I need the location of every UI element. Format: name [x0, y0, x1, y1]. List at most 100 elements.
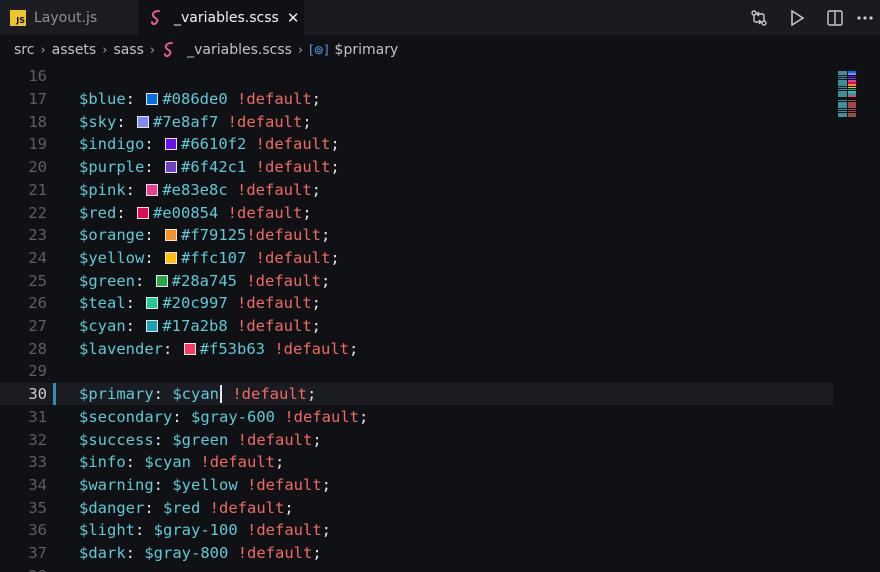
- line-number: 16: [28, 67, 47, 86]
- compare-changes-icon[interactable]: [740, 0, 778, 35]
- code-line[interactable]: 32 $success: $green !default;: [0, 428, 833, 451]
- punctuation: :: [125, 180, 145, 199]
- run-icon[interactable]: [778, 0, 816, 35]
- semicolon: ;: [330, 158, 340, 177]
- variable-name: $orange: [79, 226, 145, 245]
- color-swatch[interactable]: [137, 115, 149, 128]
- color-swatch[interactable]: [146, 93, 159, 106]
- punctuation: :: [153, 475, 173, 494]
- code-line[interactable]: 35 $danger: $red !default;: [0, 496, 833, 519]
- semicolon: ;: [312, 544, 322, 563]
- code-line[interactable]: 20 $purple: #6f42c1 !default;: [0, 156, 833, 179]
- code-line[interactable]: 30 $primary: $cyan !default;: [0, 382, 833, 406]
- semicolon: ;: [311, 180, 322, 199]
- color-swatch[interactable]: [146, 297, 159, 310]
- punctuation: :: [153, 430, 173, 449]
- breadcrumb-item-file[interactable]: _variables.scss: [161, 41, 292, 59]
- default-flag: !default: [209, 498, 285, 517]
- color-value: #e83e8c: [162, 180, 228, 199]
- code-line[interactable]: 27 $cyan: #17a2b8 !default;: [0, 315, 833, 338]
- punctuation: :: [135, 521, 154, 540]
- more-icon[interactable]: [854, 0, 876, 35]
- code-text: $danger: $red !default;: [79, 499, 294, 517]
- color-swatch[interactable]: [155, 274, 168, 287]
- color-swatch[interactable]: [137, 206, 149, 219]
- default-flag: !default: [237, 430, 313, 449]
- code-line[interactable]: 17 $blue: #086de0 !default;: [0, 88, 833, 111]
- tab-variables-scss[interactable]: _variables.scss ✕: [138, 0, 304, 35]
- color-swatch[interactable]: [146, 320, 159, 333]
- breadcrumb-item-sass[interactable]: sass: [113, 42, 143, 58]
- code-editor[interactable]: 16 17 $blue: #086de0 !default; 18 $sky: #7e8…: [0, 65, 880, 572]
- code-line[interactable]: 37 $dark: $gray-800 !default;: [0, 542, 833, 565]
- code-line[interactable]: 26 $teal: #20c997 !default;: [0, 292, 833, 315]
- default-flag: !default: [274, 339, 349, 358]
- default-flag: !default: [255, 135, 331, 154]
- breadcrumb: src › assets › sass › _variables.scss › …: [0, 35, 880, 65]
- semicolon: ;: [311, 317, 322, 336]
- color-swatch[interactable]: [165, 138, 177, 151]
- chevron-right-icon: ›: [297, 42, 304, 58]
- code-line[interactable]: 19 $indigo: #6610f2 !default;: [0, 133, 833, 156]
- code-line[interactable]: 31 $secondary: $gray-600 !default;: [0, 406, 833, 429]
- variable-icon: [⊚]: [309, 43, 329, 57]
- code-text: $cyan: #17a2b8 !default;: [79, 317, 321, 335]
- code-line[interactable]: 23 $orange: #f79125 !default;: [0, 224, 833, 247]
- code-text: $secondary: $gray-600 !default;: [79, 408, 368, 426]
- punctuation: :: [116, 112, 135, 131]
- minimap[interactable]: [836, 65, 858, 125]
- default-flag: !default: [227, 203, 303, 222]
- color-value: #f79125: [181, 226, 247, 245]
- semicolon: ;: [321, 271, 331, 290]
- code-line[interactable]: 25 $green: #28a745 !default;: [0, 269, 833, 292]
- breadcrumb-item-symbol[interactable]: [⊚] $primary: [309, 42, 398, 58]
- variable-reference: $gray-800: [144, 544, 229, 563]
- code-line[interactable]: 22 $red: #e00854 !default;: [0, 201, 833, 224]
- code-text: $purple: #6f42c1 !default;: [79, 158, 340, 176]
- code-line[interactable]: 28 $lavender: #f53b63 !default;: [0, 337, 833, 360]
- split-editor-icon[interactable]: [816, 0, 854, 35]
- color-swatch[interactable]: [165, 229, 177, 242]
- line-number: 22: [28, 203, 47, 222]
- variable-reference: $yellow: [172, 475, 238, 494]
- code-text: $primary: $cyan !default;: [79, 385, 316, 404]
- variable-name: $warning: [79, 475, 154, 494]
- punctuation: :: [163, 339, 182, 358]
- code-line[interactable]: 29: [0, 360, 833, 383]
- punctuation: :: [125, 90, 145, 109]
- color-swatch[interactable]: [183, 342, 196, 355]
- minimap-line: [848, 115, 856, 117]
- line-number: 30: [28, 385, 47, 404]
- code-line[interactable]: 18 $sky: #7e8af7 !default;: [0, 110, 833, 133]
- default-flag: !default: [255, 158, 331, 177]
- default-flag: !default: [237, 544, 313, 563]
- code-line[interactable]: 38: [0, 564, 833, 572]
- code-line[interactable]: 33 $info: $cyan !default;: [0, 451, 833, 474]
- code-line[interactable]: 16: [0, 65, 833, 88]
- code-line[interactable]: 34 $warning: $yellow !default;: [0, 474, 833, 497]
- line-number: 27: [28, 317, 47, 336]
- code-text: $sky: #7e8af7 !default;: [79, 113, 312, 131]
- color-swatch[interactable]: [165, 161, 177, 174]
- code-text: $blue: #086de0 !default;: [79, 90, 321, 108]
- color-swatch[interactable]: [146, 183, 159, 196]
- line-number: 25: [28, 271, 47, 290]
- line-number: 21: [28, 180, 47, 199]
- code-line[interactable]: 24 $yellow: #ffc107 !default;: [0, 247, 833, 270]
- breadcrumb-item-assets[interactable]: assets: [52, 42, 97, 58]
- tab-layout-js[interactable]: JS Layout.js: [0, 0, 138, 35]
- variable-name: $green: [79, 271, 135, 290]
- line-number: 35: [28, 498, 47, 517]
- close-icon[interactable]: ✕: [287, 9, 300, 27]
- semicolon: ;: [275, 453, 285, 472]
- code-line[interactable]: 36 $light: $gray-100 !default;: [0, 519, 833, 542]
- breadcrumb-item-src[interactable]: src: [14, 42, 34, 58]
- color-value: #7e8af7: [153, 112, 219, 131]
- semicolon: ;: [302, 112, 312, 131]
- code-line[interactable]: 21 $pink: #e83e8c !default;: [0, 179, 833, 202]
- color-swatch[interactable]: [165, 251, 177, 264]
